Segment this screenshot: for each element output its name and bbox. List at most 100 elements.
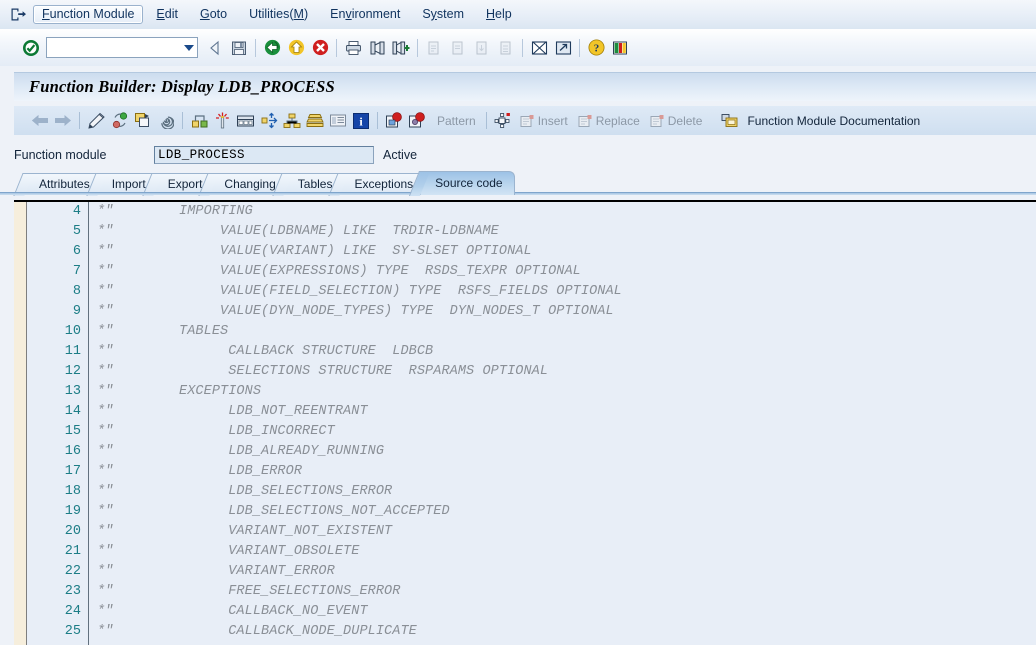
code-line[interactable]: *" VARIANT_OBSOLETE [89, 542, 1036, 562]
display-object-icon[interactable] [234, 109, 257, 132]
toolbar-separator [79, 112, 80, 129]
code-line[interactable]: *" LDB_SELECTIONS_NOT_ACCEPTED [89, 502, 1036, 522]
tab-label: Export [167, 177, 203, 191]
line-number: 19 [64, 504, 81, 519]
back-arrow-icon[interactable] [203, 36, 227, 60]
code-line[interactable]: *" VALUE(DYN_NODE_TYPES) TYPE DYN_NODES_… [89, 302, 1036, 322]
menu-item-utilities[interactable]: Utilities(M) [240, 5, 317, 24]
replace-button: Replace [573, 109, 645, 132]
menu-item-function-module[interactable]: Function Module [33, 5, 144, 24]
svg-text:?: ? [593, 43, 599, 55]
pattern-button: Pattern [432, 109, 481, 132]
code-line[interactable]: *" LDB_NOT_REENTRANT [89, 402, 1036, 422]
hierarchy-icon[interactable] [280, 109, 303, 132]
tab-source-code[interactable]: Source code [420, 171, 515, 195]
back-green-icon[interactable] [260, 36, 284, 60]
code-line[interactable]: *" VALUE(LDBNAME) LIKE TRDIR-LDBNAME [89, 222, 1036, 242]
tab-label: Exceptions [354, 177, 414, 191]
find-icon[interactable] [365, 36, 389, 60]
chevron-down-icon[interactable] [184, 44, 194, 51]
line-number: 17 [64, 464, 81, 479]
forward-arrow-icon[interactable] [51, 109, 74, 132]
line-number: 8 [72, 284, 81, 299]
editor-code-area[interactable]: *" IMPORTING *" VALUE(LDBNAME) LIKE TRDIR… [89, 202, 1036, 645]
save-disk-icon[interactable] [227, 36, 251, 60]
code-line[interactable]: *" CALLBACK_NODE_DUPLICATE [89, 622, 1036, 642]
toolbar-separator [485, 112, 487, 129]
info-blue-icon[interactable]: i [349, 109, 372, 132]
sap-gui-window: Function Module Edit Goto Utilities(M) E… [0, 0, 1036, 645]
tab-label: Changing [224, 177, 276, 191]
command-input[interactable] [47, 39, 181, 56]
command-field[interactable] [46, 37, 198, 58]
tab-label: Import [111, 177, 146, 191]
function-module-input[interactable] [154, 146, 374, 164]
code-line[interactable]: *" VALUE(VARIANT) LIKE SY-SLSET OPTIONAL [89, 242, 1036, 262]
tab-list: Attributes Import Export Changing Tables… [24, 167, 515, 195]
editor-marker-gutter[interactable] [14, 202, 27, 645]
breakpoint-icon[interactable] [383, 109, 406, 132]
expand-icon[interactable] [257, 109, 280, 132]
where-used-spiral-icon[interactable] [154, 109, 177, 132]
code-line[interactable]: *" FREE_SELECTIONS_ERROR [89, 582, 1036, 602]
exit-yellow-icon[interactable] [284, 36, 308, 60]
code-line[interactable]: *" CALLBACK STRUCTURE LDBCB [89, 342, 1036, 362]
code-line[interactable]: *" CALLBACK_NO_EVENT [89, 602, 1036, 622]
code-line[interactable]: *" LDB_ERROR [89, 462, 1036, 482]
menu-item-label: Environment [330, 7, 401, 21]
line-number: 22 [64, 564, 81, 579]
code-line[interactable]: *" IMPORTING [89, 202, 1036, 222]
code-line[interactable]: *" SELECTIONS STRUCTURE RSPARAMS OPTIONA… [89, 362, 1036, 382]
insert-button: Insert [515, 109, 573, 132]
create-session-icon[interactable] [527, 36, 551, 60]
code-line[interactable]: *" VALUE(EXPRESSIONS) TYPE RSDS_TEXPR OP… [89, 262, 1036, 282]
enter-check-icon[interactable] [19, 36, 43, 60]
watchpoint-icon[interactable] [406, 109, 429, 132]
source-code-editor[interactable]: 4 5 6 7 8 9 10 11 12 13 14 15 16 17 18 19 20 21 22 23 24 25 *… [14, 200, 1036, 645]
code-line[interactable]: *" LDB_ALREADY_RUNNING [89, 442, 1036, 462]
copy-object-icon[interactable] [131, 109, 154, 132]
check-syntax-pencil-icon[interactable] [85, 109, 108, 132]
function-module-label: Function module [14, 148, 107, 162]
back-arrow-icon[interactable] [28, 109, 51, 132]
pattern-insert-object-icon[interactable] [492, 109, 515, 132]
layout-menu-icon[interactable] [608, 36, 632, 60]
function-module-documentation-button[interactable]: Function Module Documentation [716, 109, 925, 132]
navigate-object-icon[interactable] [188, 109, 211, 132]
cancel-red-icon[interactable] [308, 36, 332, 60]
menu-item-environment[interactable]: Environment [321, 5, 409, 24]
stack-icon[interactable] [303, 109, 326, 132]
code-line[interactable]: *" VARIANT_NOT_EXISTENT [89, 522, 1036, 542]
code-line[interactable]: *" LDB_INCORRECT [89, 422, 1036, 442]
line-number: 23 [64, 584, 81, 599]
list-icon[interactable] [326, 109, 349, 132]
code-line[interactable]: *" LDB_SELECTIONS_ERROR [89, 482, 1036, 502]
delete-label: Delete [667, 113, 703, 128]
previous-page-icon [446, 36, 470, 60]
menu-item-system[interactable]: System [413, 5, 473, 24]
line-number: 7 [72, 264, 81, 279]
activate-icon[interactable] [108, 109, 131, 132]
menu-item-goto[interactable]: Goto [191, 5, 236, 24]
last-page-icon [494, 36, 518, 60]
toolbar-separator [579, 38, 580, 57]
menu-item-edit[interactable]: Edit [147, 5, 187, 24]
code-line[interactable]: *" TABLES [89, 322, 1036, 342]
menu-item-help[interactable]: Help [477, 5, 521, 24]
pattern-label: Pattern [437, 113, 476, 128]
create-shortcut-icon[interactable] [551, 36, 575, 60]
help-icon[interactable]: ? [584, 36, 608, 60]
line-number: 9 [72, 304, 81, 319]
code-line[interactable]: *" EXCEPTIONS [89, 382, 1036, 402]
code-line[interactable]: *" VALUE(FIELD_SELECTION) TYPE RSFS_FIEL… [89, 282, 1036, 302]
line-number: 4 [72, 204, 81, 219]
new-magic-wand-icon[interactable] [211, 109, 234, 132]
line-number: 10 [64, 324, 81, 339]
line-number: 14 [64, 404, 81, 419]
exit-box-arrow-icon[interactable] [5, 2, 31, 28]
line-number: 25 [64, 624, 81, 639]
code-line[interactable]: *" VARIANT_ERROR [89, 562, 1036, 582]
find-next-icon[interactable] [389, 36, 413, 60]
print-icon[interactable] [341, 36, 365, 60]
menu-item-label: Edit [156, 7, 178, 21]
